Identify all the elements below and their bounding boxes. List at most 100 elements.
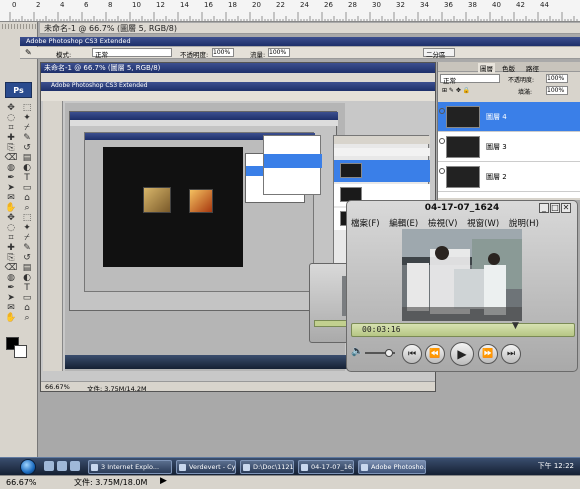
app-titlebar-area — [38, 22, 580, 36]
taskbar-button[interactable]: 3 Internet Explo... — [88, 460, 172, 474]
nested-layer-thumb — [340, 163, 362, 178]
taskbar: 3 Internet Explo... Verdevert - Cyo Inf..… — [0, 457, 580, 475]
start-button[interactable] — [20, 459, 36, 475]
level2-options — [70, 120, 338, 126]
eye-icon[interactable] — [439, 168, 445, 174]
zoom-level[interactable]: 66.67% — [6, 476, 37, 489]
layer-name: 圖層 3 — [486, 143, 507, 151]
taskbar-button[interactable]: 04-17-07_1624 — [298, 460, 354, 474]
mode-label: 模式: — [56, 51, 72, 59]
play-button[interactable]: ▶ — [450, 342, 474, 366]
nested-layers-tabs — [334, 136, 430, 144]
ie-icon[interactable] — [44, 461, 54, 471]
playhead[interactable]: ▼ — [512, 321, 519, 331]
ruler-number: 0 — [12, 1, 17, 9]
ps-doc-icon — [0, 3, 6, 9]
workspace-select[interactable]: 二分區 — [423, 48, 455, 59]
options-bar: ✎ 模式: 正常 不透明度: 100% 流量: 100% 二分區 — [20, 47, 580, 59]
nested-status-bar: 66.67% 文件: 3.75M/14.2M — [41, 381, 435, 392]
eye-icon[interactable] — [439, 108, 445, 114]
nested-tools-panel — [43, 101, 63, 371]
menu-view[interactable]: 檢視(V) — [428, 219, 457, 229]
previous-button[interactable]: ⏮ — [402, 344, 422, 364]
nested-selected-layer-small — [264, 154, 322, 168]
layer-row[interactable]: 圖層 4 — [438, 102, 580, 132]
ruler-number: 28 — [348, 1, 357, 9]
level2-titlebar — [70, 112, 338, 120]
layers-panel: 圖層 色版 路徑 正常 不透明度: 100% ⊞ ✎ ✥ 🔒 填滿: 100% 圖層… — [437, 62, 580, 200]
volume-icon[interactable]: 🔈 — [351, 346, 363, 357]
ruler-number: 10 — [132, 1, 141, 9]
rewind-button[interactable]: ⏪ — [425, 344, 445, 364]
app-title: Adobe Photoshop CS3 Extended — [26, 37, 131, 45]
file-info: 文件: 3.75M/18.0M — [74, 478, 148, 487]
ruler-number: 24 — [300, 1, 309, 9]
eye-icon[interactable] — [439, 138, 445, 144]
clock[interactable]: 下午 12:22 — [538, 461, 574, 471]
fill-input[interactable]: 100% — [546, 86, 568, 95]
nested-zoom-label: 66.67% — [45, 383, 70, 391]
nested-layer-row-selected[interactable] — [334, 160, 430, 182]
photoshop-logo[interactable]: Ps — [5, 82, 32, 98]
ruler-number: 18 — [228, 1, 237, 9]
taskbar-button[interactable]: Verdevert - Cyo Inf... — [176, 460, 236, 474]
media-icon[interactable] — [70, 461, 80, 471]
progress-bar[interactable]: 00:03:16 ▼ — [351, 321, 575, 337]
nested-app-title: Adobe Photoshop CS3 Extended — [51, 82, 148, 89]
menu-file[interactable]: 檔案(F) — [351, 219, 380, 229]
close-button[interactable]: ✕ — [561, 203, 571, 213]
brush-tool-icon[interactable]: ✎ — [25, 48, 32, 57]
panel-grip[interactable] — [2, 24, 36, 29]
layer-thumbnail — [446, 166, 480, 188]
taskbar-button[interactable]: D:\Doc\112110\Ev... — [240, 460, 294, 474]
ruler-number: 12 — [156, 1, 165, 9]
flow-input[interactable]: 100% — [268, 48, 290, 57]
minimize-button[interactable]: _ — [539, 203, 549, 213]
layer-name: 圖層 2 — [486, 173, 507, 181]
nested-window-title: 未命名-1 @ 66.7% (圖層 5, RGB/8) — [41, 63, 435, 73]
quicktime-window: 04-17-07_1624 _ □ ✕ 檔案(F) 編輯(E) 檢視(V) 視窗(W… — [346, 200, 578, 372]
ruler-number: 20 — [252, 1, 261, 9]
layers-panel-tab[interactable]: 路徑 — [526, 63, 539, 73]
video-frame[interactable] — [402, 229, 522, 321]
mode-select[interactable]: 正常 — [92, 48, 172, 59]
maximize-button[interactable]: □ — [550, 203, 560, 213]
tools-panel: Ps ✥ ⬚ ◌ ✦ ⌗ ⌿ ✚ ✎ ⎘ ↺ ⌫ ▤ ◍ ◐ ✒ T ➤ ▭ ✉ ⌂ ✋ ⌕ ✥ ⬚ ◌ ✦ ⌗ ⌿ ✚ ✎ ⎘ ↺ ⌫ ▤ ◍ ◐ ✒… — [0, 22, 38, 474]
zoom-tool-icon[interactable]: ✋ — [4, 312, 18, 325]
explorer-icon[interactable] — [57, 461, 67, 471]
layer-opacity-label: 不透明度: — [508, 77, 535, 84]
ruler-number: 26 — [324, 1, 333, 9]
zoom-tool-icon[interactable]: ⌕ — [20, 312, 34, 325]
nested-file-info: 文件: 3.75M/14.2M — [87, 385, 147, 392]
menu-help[interactable]: 說明(H) — [509, 219, 539, 229]
blend-mode-select[interactable]: 正常 — [440, 74, 500, 85]
lock-row: ⊞ ✎ ✥ 🔒 — [442, 87, 471, 94]
menu-edit[interactable]: 編輯(E) — [389, 219, 418, 229]
nested-menu-bar — [41, 73, 435, 82]
ruler-number: 44 — [540, 1, 549, 9]
nested-layers-panel-small — [263, 135, 322, 195]
status-arrow-icon[interactable]: ▶ — [160, 475, 167, 488]
nested-app-titlebar: Adobe Photoshop CS3 Extended — [41, 82, 435, 91]
opacity-input[interactable]: 100% — [212, 48, 234, 57]
next-button[interactable]: ⏭ — [501, 344, 521, 364]
layer-row[interactable]: 圖層 3 — [438, 132, 580, 162]
ruler-number: 38 — [468, 1, 477, 9]
ruler-number: 16 — [204, 1, 213, 9]
layers-panel-tab[interactable]: 圖層 — [478, 63, 495, 73]
layers-panel-tab[interactable]: 色版 — [502, 63, 515, 73]
ruler-number: 22 — [276, 1, 285, 9]
nested-options-bar — [41, 91, 435, 101]
taskbar-button[interactable]: Adobe Photosho... — [358, 460, 426, 474]
quicktime-menu-bar: 檔案(F) 編輯(E) 檢視(V) 視窗(W) 說明(H) — [351, 217, 546, 229]
fast-forward-button[interactable]: ⏩ — [478, 344, 498, 364]
background-color-swatch[interactable] — [14, 345, 27, 358]
level3-black-canvas — [103, 147, 243, 267]
menu-window[interactable]: 視窗(W) — [467, 219, 499, 229]
ruler-number: 36 — [444, 1, 453, 9]
volume-knob[interactable] — [385, 349, 393, 357]
layer-row[interactable]: 圖層 2 — [438, 162, 580, 192]
opacity-label: 不透明度: — [180, 51, 209, 59]
top-ruler: 0 2 4 6 8 10 12 14 16 18 20 22 24 26 28 30 32 34 36 38 40 42 4… — [0, 0, 580, 22]
layer-opacity-input[interactable]: 100% — [546, 74, 568, 83]
